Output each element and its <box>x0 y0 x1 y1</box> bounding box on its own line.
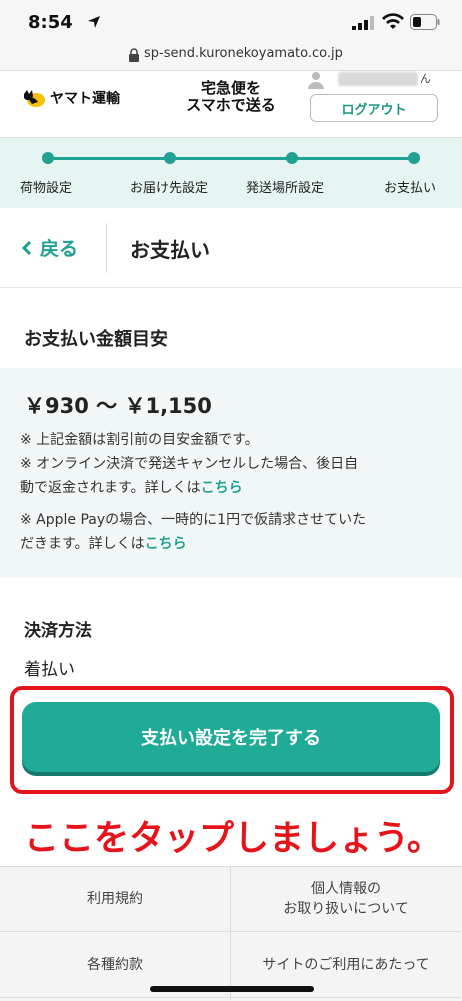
wifi-icon <box>382 13 404 29</box>
payment-method-label: 決済方法 <box>24 621 92 641</box>
step-label-package: 荷物設定 <box>20 181 73 196</box>
step-label-payment: お支払い <box>384 181 437 196</box>
service-title-line1: 宅急便を <box>200 79 261 97</box>
service-title: 宅急便を スマホで送る <box>176 80 286 114</box>
user-name-redacted <box>338 72 418 86</box>
note-cancel-refund: ※ オンライン決済で発送キャンセルした場合、後日自 動で返金されます。詳しくはこ… <box>20 452 445 500</box>
home-indicator[interactable] <box>150 986 314 992</box>
annotation-tap-here: ここをタップしましょう。 <box>24 819 442 859</box>
signal-icon <box>352 16 374 30</box>
footer-privacy-line1: 個人情報の <box>311 880 381 897</box>
step-dot-1 <box>42 152 54 164</box>
note-apple-pay-line1: ※ Apple Payの場合、一時的に1円で仮請求させていた <box>20 512 367 528</box>
page-title: お支払い <box>130 238 210 262</box>
lock-icon <box>129 48 139 62</box>
footer-link-privacy[interactable]: 個人情報の お取り扱いについて <box>231 866 461 932</box>
step-dot-2 <box>164 152 176 164</box>
footer-divider <box>230 866 231 1000</box>
note-apple-pay-line2: だきます。詳しくはこちら <box>20 532 445 556</box>
footer-privacy-line2: お取り扱いについて <box>283 900 409 917</box>
battery-icon <box>410 14 440 30</box>
note-cancel-text: 動で返金されます。詳しくは <box>20 480 201 496</box>
note-discount: ※ 上記金額は割引前の目安金額です。 <box>20 432 259 448</box>
note-cancel-line1: ※ オンライン決済で発送キャンセルした場合、後日自 <box>20 456 359 472</box>
location-arrow-icon <box>88 16 100 28</box>
user-avatar-icon <box>308 72 324 89</box>
note-apple-pay: ※ Apple Payの場合、一時的に1円で仮請求させていた だきます。詳しくは… <box>20 508 445 556</box>
details-link-apple-pay[interactable]: こちら <box>145 536 187 552</box>
note-apple-pay-text: だきます。詳しくは <box>20 536 145 552</box>
black-cat-logo-icon <box>24 90 45 107</box>
stepper-line <box>48 157 414 160</box>
page-url[interactable]: sp-send.kuronekoyamato.co.jp <box>144 46 343 61</box>
progress-stepper <box>0 138 462 208</box>
complete-payment-setting-button[interactable]: 支払い設定を完了する <box>22 702 440 772</box>
back-button[interactable]: 戻る <box>22 234 78 261</box>
chevron-left-icon <box>22 240 32 255</box>
user-name-suffix: ん <box>420 72 431 85</box>
status-time: 8:54 <box>28 12 73 33</box>
note-cancel-line2: 動で返金されます。詳しくはこちら <box>20 476 445 500</box>
step-dot-4 <box>408 152 420 164</box>
logo-text: ヤマト運輸 <box>50 91 120 107</box>
footer-link-terms[interactable]: 利用規約 <box>0 866 230 932</box>
nav-divider <box>106 223 107 273</box>
payment-estimate-title: お支払い金額目安 <box>24 329 168 350</box>
payment-method-value: 着払い <box>24 660 75 680</box>
details-link-refund[interactable]: こちら <box>201 480 243 496</box>
payment-amount: ￥930 〜 ￥1,150 <box>24 394 212 418</box>
step-label-destination: お届け先設定 <box>130 181 209 196</box>
step-label-shipping-location: 発送場所設定 <box>246 181 325 196</box>
step-dot-3 <box>286 152 298 164</box>
service-title-line2: スマホで送る <box>186 96 276 114</box>
back-label: 戻る <box>40 238 79 260</box>
logout-button[interactable]: ログアウト <box>310 94 438 122</box>
